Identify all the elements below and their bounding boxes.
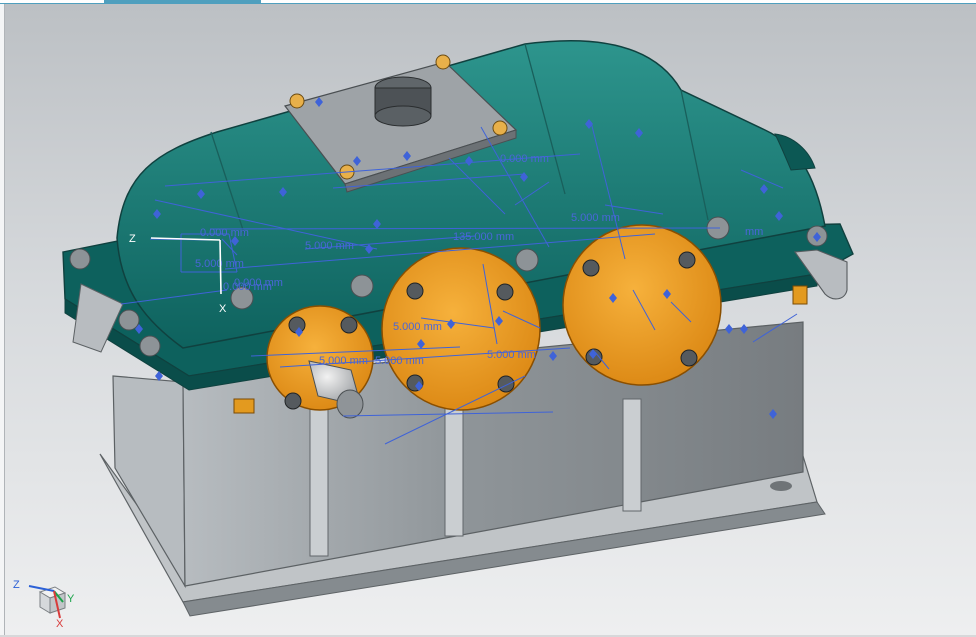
triad-z-label: Z: [13, 579, 20, 591]
axis-triad-icon: Z Y X: [13, 579, 75, 630]
dimension-label[interactable]: mm: [745, 226, 763, 238]
triad-x-label: X: [56, 618, 64, 630]
dimension-label[interactable]: 0.000 mm: [234, 277, 283, 289]
dimension-label[interactable]: 135.000 mm: [453, 231, 514, 243]
dimension-label[interactable]: 5.000 mm: [319, 355, 368, 367]
dimension-label[interactable]: 5.000 mm: [571, 212, 620, 224]
dimension-label[interactable]: 0.000 mm: [200, 227, 249, 239]
dimension-label[interactable]: 5.000 mm: [195, 258, 244, 270]
dimension-label[interactable]: 5.000 mm: [305, 240, 354, 252]
wcs-x-label: X: [219, 303, 227, 315]
cad-window: 0.000 mm 5.000 mm 135.000 mm 5.000 mm 0.…: [0, 0, 976, 637]
wcs-z-label: Z: [129, 233, 136, 245]
graphics-viewport[interactable]: 0.000 mm 5.000 mm 135.000 mm 5.000 mm 0.…: [4, 4, 976, 635]
dimension-label[interactable]: 5.000 mm: [393, 321, 442, 333]
gear-reducer-model[interactable]: [62, 40, 854, 617]
model-canvas[interactable]: 0.000 mm 5.000 mm 135.000 mm 5.000 mm 0.…: [5, 4, 976, 635]
dimension-label[interactable]: 5.000 mm: [375, 355, 424, 367]
dimension-label[interactable]: 5.000 mm: [487, 349, 536, 361]
dimension-label[interactable]: 0.000 mm: [500, 153, 549, 165]
triad-y-label: Y: [67, 593, 75, 605]
